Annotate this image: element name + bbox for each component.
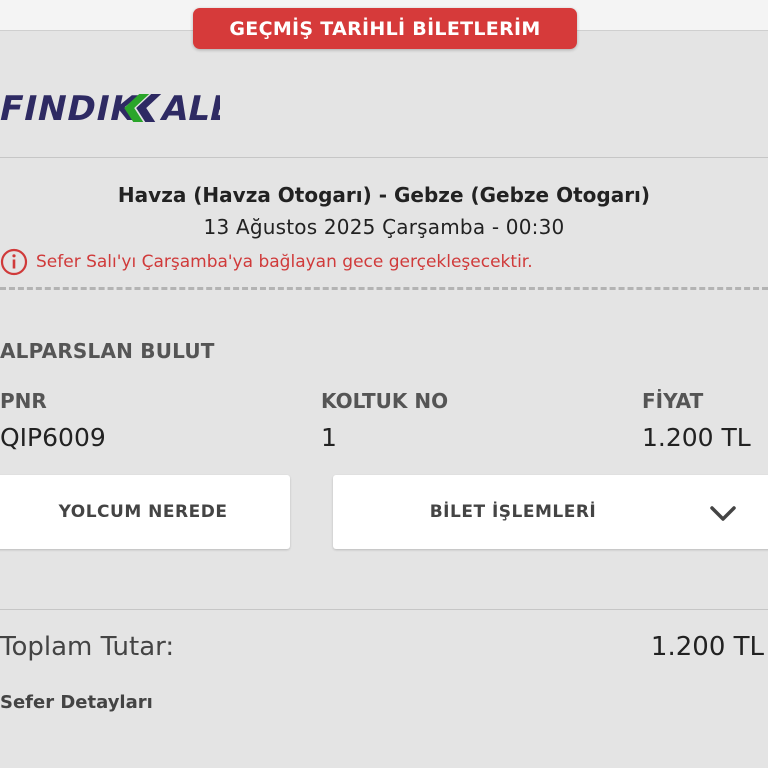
ticket-page: GEÇMİŞ TARİHLİ BİLETLERİM FINDIK ALE Hav…: [0, 0, 768, 768]
warning-text: Sefer Salı'yı Çarşamba'ya bağlayan gece …: [36, 252, 533, 272]
brand-logo: FINDIK ALE: [0, 62, 237, 146]
divider: [0, 609, 768, 610]
svg-text:FINDIK: FINDIK: [0, 89, 142, 129]
page-title-badge: GEÇMİŞ TARİHLİ BİLETLERİM: [193, 8, 577, 49]
chevron-down-icon[interactable]: [707, 497, 739, 529]
price-value: 1.200 TL: [642, 423, 751, 452]
where-is-my-passenger-button[interactable]: YOLCUM NEREDE: [0, 475, 290, 549]
trip-datetime: 13 Ağustos 2025 Çarşamba - 00:30: [203, 215, 565, 239]
dashed-divider: [0, 287, 768, 290]
svg-text:ALE: ALE: [158, 89, 220, 129]
divider: [0, 157, 768, 158]
total-label: Toplam Tutar:: [0, 632, 175, 662]
seat-label: KOLTUK NO: [321, 389, 449, 413]
info-circle-icon: [0, 248, 28, 276]
ticket-ops-label: BİLET İŞLEMLERİ: [429, 502, 597, 522]
price-label: FİYAT: [642, 389, 704, 413]
passenger-name: ALPARSLAN BULUT: [0, 339, 215, 363]
pnr-value: QIP6009: [0, 423, 106, 452]
seat-value: 1: [321, 423, 337, 452]
where-button-label: YOLCUM NEREDE: [58, 502, 228, 522]
overnight-warning: Sefer Salı'yı Çarşamba'ya bağlayan gece …: [0, 248, 533, 276]
pnr-label: PNR: [0, 389, 47, 413]
trip-details-link[interactable]: Sefer Detayları: [0, 692, 153, 713]
ticket-operations-dropdown[interactable]: BİLET İŞLEMLERİ: [333, 475, 768, 549]
total-value: 1.200 TL: [650, 632, 764, 662]
trip-route: Havza (Havza Otogarı) - Gebze (Gebze Oto…: [117, 183, 651, 207]
